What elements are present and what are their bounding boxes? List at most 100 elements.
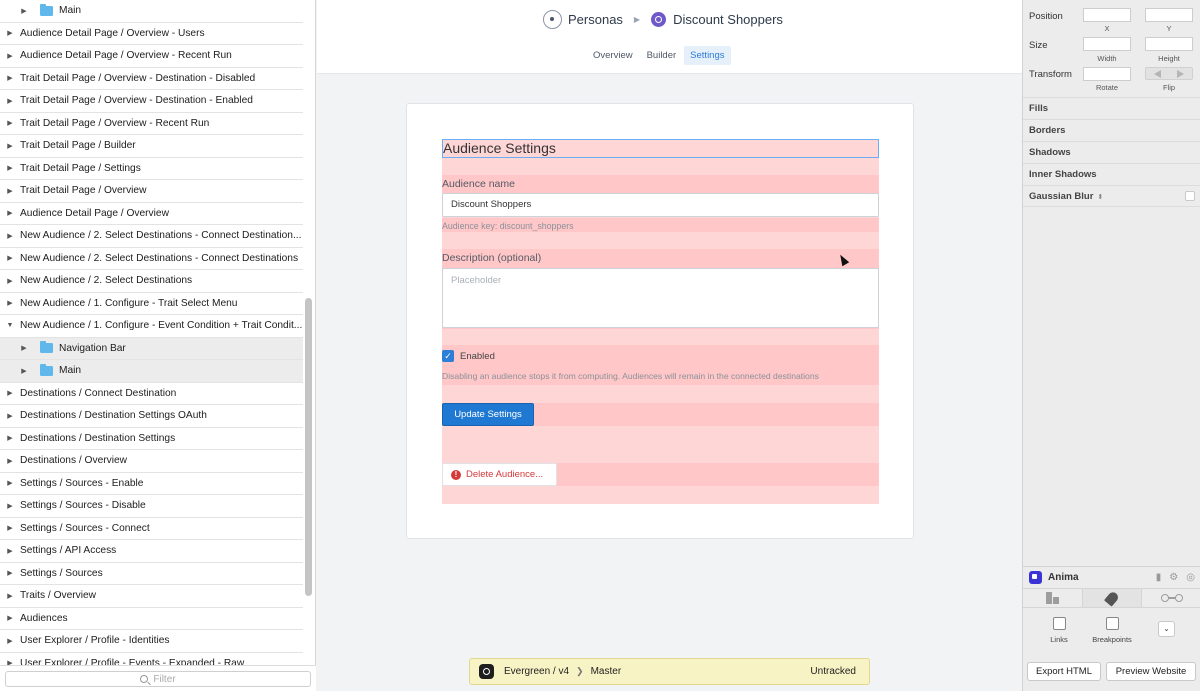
chevron-down-icon[interactable]: ⌄ [1158, 621, 1175, 637]
disclosure-closed-icon[interactable]: ▶ [0, 637, 20, 645]
layer-row[interactable]: ▶ New Audience / 2. Select Destinations [0, 270, 303, 293]
disclosure-closed-icon[interactable]: ▶ [0, 299, 20, 307]
layer-row[interactable]: ▶ Trait Detail Page / Overview - Destinat… [0, 90, 303, 113]
tab-prototype[interactable] [1142, 589, 1200, 607]
fills-section[interactable]: Fills [1023, 97, 1200, 119]
help-icon[interactable]: ◎ [1186, 572, 1195, 583]
flip-vertical-icon[interactable] [1177, 69, 1184, 78]
enabled-checkbox[interactable]: ✓ [442, 350, 454, 362]
tab-settings[interactable]: Settings [684, 46, 731, 65]
layer-row[interactable]: ▶ Navigation Bar [0, 337, 303, 360]
disclosure-closed-icon[interactable]: ▶ [0, 569, 20, 577]
audience-name-field[interactable]: Discount Shoppers [442, 193, 879, 217]
layer-label: New Audience / 2. Select Destinations - … [20, 252, 299, 264]
tab-layout[interactable] [1023, 589, 1082, 607]
disclosure-closed-icon[interactable]: ▶ [0, 142, 20, 150]
tab-launch[interactable] [1081, 589, 1143, 607]
rotate-field[interactable] [1083, 67, 1131, 81]
breakpoints-tool[interactable]: Breakpoints [1089, 617, 1135, 644]
shadows-section[interactable]: Shadows [1023, 141, 1200, 163]
disclosure-closed-icon[interactable]: ▶ [0, 29, 20, 37]
disclosure-closed-icon[interactable]: ▶ [0, 524, 20, 532]
layer-row[interactable]: ▶ Audiences [0, 608, 303, 630]
disclosure-closed-icon[interactable]: ▶ [0, 434, 20, 442]
filter-input[interactable]: Filter [5, 671, 311, 687]
panel-toggle-icon[interactable]: ▮ [1156, 572, 1162, 583]
height-field[interactable] [1145, 37, 1193, 51]
description-field[interactable]: Placeholder [442, 268, 879, 328]
layer-row[interactable]: ▶ Settings / Sources - Connect [0, 518, 303, 540]
layer-row[interactable]: ▶ Audience Detail Page / Overview - Users [0, 23, 303, 45]
layer-row[interactable]: ▶ Destinations / Destination Settings OAu… [0, 405, 303, 428]
disclosure-closed-icon[interactable]: ▶ [0, 254, 20, 262]
layer-row[interactable]: ▶ Destinations / Overview [0, 450, 303, 473]
gaussian-blur-section[interactable]: Gaussian Blur ⬍ [1023, 185, 1200, 207]
disclosure-closed-icon[interactable]: ▶ [0, 479, 20, 487]
disclosure-closed-icon[interactable]: ▶ [0, 502, 20, 510]
disclosure-closed-icon[interactable]: ▶ [0, 52, 20, 60]
chevron-updown-icon[interactable]: ⬍ [1097, 187, 1103, 208]
x-field[interactable] [1083, 8, 1131, 22]
layer-row[interactable]: ▶ Trait Detail Page / Overview [0, 180, 303, 203]
disclosure-closed-icon[interactable]: ▶ [0, 232, 20, 240]
disclosure-closed-icon[interactable]: ▶ [0, 614, 20, 622]
disclosure-closed-icon[interactable]: ▶ [14, 367, 34, 375]
export-html-button[interactable]: Export HTML [1027, 662, 1101, 681]
layer-row[interactable]: ▶ Audience Detail Page / Overview - Recen… [0, 45, 303, 68]
delete-audience-button[interactable]: ! Delete Audience... [442, 463, 557, 486]
layer-row[interactable]: ▶ Main [0, 0, 303, 23]
layer-row[interactable]: ▶ Settings / Sources - Enable [0, 473, 303, 495]
y-field[interactable] [1145, 8, 1193, 22]
layer-row[interactable]: ▶ Settings / Sources [0, 563, 303, 585]
gear-icon[interactable]: ⚙ [1169, 572, 1178, 583]
project-name[interactable]: Evergreen / v4 [504, 666, 569, 677]
disclosure-closed-icon[interactable]: ▶ [0, 412, 20, 420]
layer-row[interactable]: ▼ New Audience / 1. Configure - Event Con… [0, 315, 303, 338]
layer-row[interactable]: ▶ New Audience / 2. Select Destinations -… [0, 248, 303, 270]
layer-label: Destinations / Overview [20, 455, 128, 467]
update-settings-button[interactable]: Update Settings [442, 403, 534, 426]
branch-name[interactable]: Master [591, 666, 622, 677]
layer-row[interactable]: ▶ Trait Detail Page / Settings [0, 158, 303, 180]
disclosure-closed-icon[interactable]: ▶ [14, 344, 34, 352]
disclosure-closed-icon[interactable]: ▶ [0, 547, 20, 555]
layer-row[interactable]: ▶ Trait Detail Page / Overview - Recent R… [0, 113, 303, 135]
layer-row[interactable]: ▶ Audience Detail Page / Overview [0, 203, 303, 225]
app-name[interactable]: Personas [568, 12, 623, 27]
disclosure-closed-icon[interactable]: ▶ [0, 74, 20, 82]
links-tool[interactable]: Links [1047, 617, 1071, 644]
disclosure-closed-icon[interactable]: ▶ [0, 457, 20, 465]
disclosure-closed-icon[interactable]: ▶ [14, 7, 34, 15]
tab-builder[interactable]: Builder [641, 46, 683, 65]
layer-row[interactable]: ▶ New Audience / 2. Select Destinations -… [0, 225, 303, 248]
gaussian-blur-checkbox[interactable] [1185, 191, 1195, 201]
layer-row[interactable]: ▶ Main [0, 360, 303, 383]
width-field[interactable] [1083, 37, 1131, 51]
borders-section[interactable]: Borders [1023, 119, 1200, 141]
disclosure-closed-icon[interactable]: ▶ [0, 389, 20, 397]
disclosure-open-icon[interactable]: ▼ [0, 322, 20, 329]
disclosure-closed-icon[interactable]: ▶ [0, 592, 20, 600]
layer-row[interactable]: ▶ User Explorer / Profile - Identities [0, 630, 303, 653]
layers-scrollbar[interactable] [305, 298, 312, 596]
disclosure-closed-icon[interactable]: ▶ [0, 164, 20, 172]
layer-row[interactable]: ▶ Destinations / Connect Destination [0, 383, 303, 405]
layer-row[interactable]: ▶ New Audience / 1. Configure - Trait Sel… [0, 293, 303, 315]
layer-row[interactable]: ▶ Settings / Sources - Disable [0, 495, 303, 518]
layer-row[interactable]: ▶ Trait Detail Page / Builder [0, 135, 303, 158]
flip-horizontal-icon[interactable] [1154, 69, 1161, 78]
disclosure-closed-icon[interactable]: ▶ [0, 277, 20, 285]
layer-row[interactable]: ▶ Traits / Overview [0, 585, 303, 608]
layer-row[interactable]: ▶ User Explorer / Profile - Events - Expa… [0, 653, 303, 665]
disclosure-closed-icon[interactable]: ▶ [0, 119, 20, 127]
disclosure-closed-icon[interactable]: ▶ [0, 209, 20, 217]
layer-row[interactable]: ▶ Settings / API Access [0, 540, 303, 563]
layer-row[interactable]: ▶ Destinations / Destination Settings [0, 428, 303, 450]
flip-control[interactable] [1145, 67, 1193, 80]
inner-shadows-section[interactable]: Inner Shadows [1023, 163, 1200, 185]
tab-overview[interactable]: Overview [587, 46, 639, 65]
preview-website-button[interactable]: Preview Website [1106, 662, 1196, 681]
layer-row[interactable]: ▶ Trait Detail Page / Overview - Destinat… [0, 68, 303, 90]
disclosure-closed-icon[interactable]: ▶ [0, 97, 20, 105]
disclosure-closed-icon[interactable]: ▶ [0, 187, 20, 195]
